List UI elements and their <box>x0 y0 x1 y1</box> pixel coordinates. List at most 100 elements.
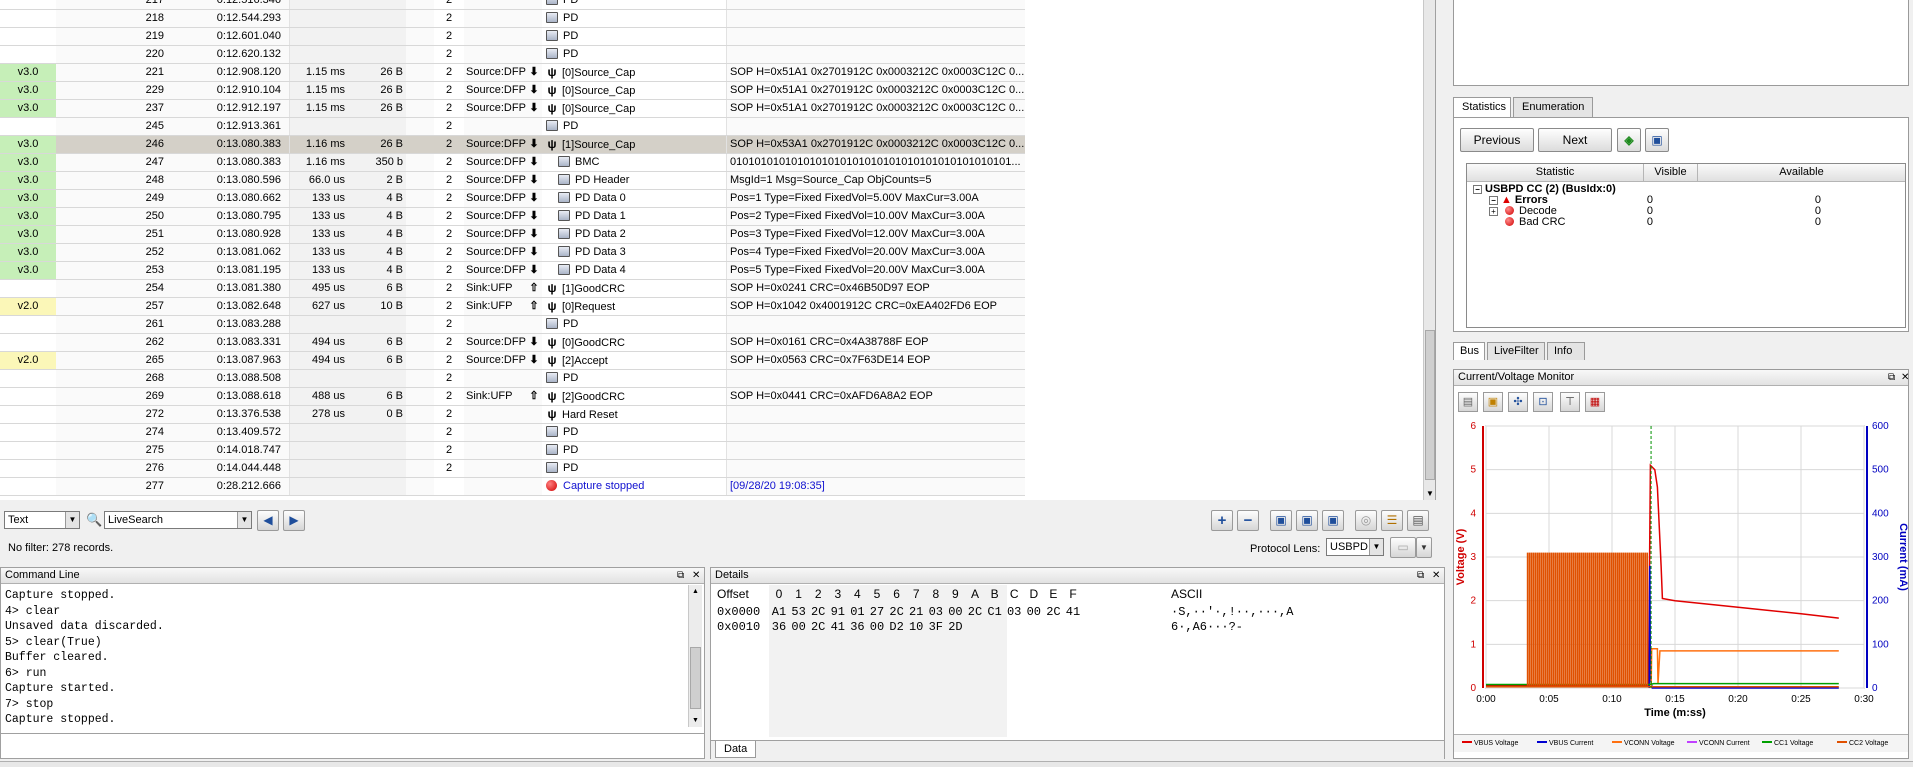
cell-device: 2 <box>445 210 453 222</box>
close-icon[interactable]: ✕ <box>1901 370 1909 385</box>
table-row[interactable]: 217 0:12.516.346 2 PD <box>0 0 1025 10</box>
previous-button[interactable]: Previous <box>1460 128 1534 152</box>
export-button[interactable]: ▤ <box>1407 510 1429 531</box>
navigate-mark-button[interactable]: ▣ <box>1296 510 1318 531</box>
command-scrollbar-thumb[interactable] <box>690 647 701 709</box>
chart-settings-icon[interactable]: ▦ <box>1585 392 1605 412</box>
table-row[interactable]: v3.0 252 0:13.081.062 133 us 4 B 2 Source:DFP ⬇… <box>0 244 1025 262</box>
collapse-icon[interactable]: − <box>1489 196 1498 205</box>
table-row[interactable]: v3.0 250 0:13.080.795 133 us 4 B 2 Source:DFP ⬇… <box>0 208 1025 226</box>
legend-entry[interactable]: VCONN Voltage <box>1612 740 1675 747</box>
protocol-lens-select[interactable]: USBPD ▼ <box>1326 538 1384 556</box>
table-row[interactable]: v3.0 253 0:13.081.195 133 us 4 B 2 Source:DFP ⬇… <box>0 262 1025 280</box>
table-row[interactable]: v3.0 246 0:13.080.383 1.16 ms 26 B 2 Source:DF… <box>0 136 1025 154</box>
stat-header-visible[interactable]: Visible <box>1644 164 1698 182</box>
float-panel-icon[interactable]: ⧉ <box>1417 568 1424 583</box>
float-panel-icon[interactable]: ⧉ <box>1888 370 1895 385</box>
close-icon[interactable]: ✕ <box>692 568 700 583</box>
tab-info[interactable]: Info <box>1547 342 1585 360</box>
table-row[interactable]: 277 0:28.212.666 Capture stopped [09/28/20 … <box>0 478 1025 496</box>
table-row[interactable]: 274 0:13.409.572 2 PD <box>0 424 1025 442</box>
table-row[interactable]: v2.0 265 0:13.087.963 494 us 6 B 2 Source:DFP ⬇… <box>0 352 1025 370</box>
command-scrollbar[interactable]: ▲ ▼ <box>688 585 702 727</box>
collapse-icon[interactable]: − <box>1473 185 1482 194</box>
tree-node[interactable]: Bad CRC 0 0 <box>1467 216 1905 229</box>
navigate-first-button[interactable]: ▣ <box>1270 510 1292 531</box>
zoom-area-icon[interactable]: ⊡ <box>1533 392 1553 412</box>
table-row[interactable]: 268 0:13.088.508 2 PD <box>0 370 1025 388</box>
expand-icon[interactable]: + <box>1489 207 1498 216</box>
table-row[interactable]: 245 0:12.913.361 2 PD <box>0 118 1025 136</box>
next-button[interactable]: Next <box>1538 128 1612 152</box>
legend-entry[interactable]: CC2 Voltage <box>1837 740 1888 747</box>
open-icon[interactable]: ▤ <box>1458 392 1478 412</box>
cv-chart[interactable]: 0:00 0:05 0:10 0:15 0:20 0:25 0:30012345601002… <box>1454 416 1908 734</box>
cursor-icon[interactable]: ⊤ <box>1560 392 1580 412</box>
stat-header-statistic[interactable]: Statistic <box>1467 164 1644 182</box>
tab-statistics[interactable]: Statistics <box>1453 97 1511 117</box>
table-row[interactable]: 275 0:14.018.747 2 PD <box>0 442 1025 460</box>
table-row[interactable]: 262 0:13.083.331 494 us 6 B 2 Source:DFP ⬇ ψ [0]… <box>0 334 1025 352</box>
search-previous-button[interactable]: ◀ <box>257 510 279 531</box>
cell-duration <box>290 316 348 333</box>
remove-button[interactable]: − <box>1237 510 1259 531</box>
table-row[interactable]: v3.0 229 0:12.910.104 1.15 ms 26 B 2 Source:DF… <box>0 82 1025 100</box>
chevron-down-icon[interactable]: ▼ <box>65 512 79 528</box>
table-row[interactable]: v3.0 249 0:13.080.662 133 us 4 B 2 Source:DFP ⬇… <box>0 190 1025 208</box>
chevron-down-icon[interactable]: ▼ <box>1369 539 1383 555</box>
table-row[interactable]: 276 0:14.044.448 2 PD <box>0 460 1025 478</box>
table-row[interactable]: 220 0:12.620.132 2 PD <box>0 46 1025 64</box>
tab-data[interactable]: Data <box>715 741 757 758</box>
trace-scrollbar-thumb[interactable] <box>1425 330 1435 480</box>
tab-livefilter[interactable]: LiveFilter <box>1487 342 1545 360</box>
table-row[interactable]: v2.0 257 0:13.082.648 627 us 10 B 2 Sink:UFP ⇧ ψ… <box>0 298 1025 316</box>
table-row[interactable]: 218 0:12.544.293 2 PD <box>0 10 1025 28</box>
legend-entry[interactable]: VBUS Voltage <box>1462 740 1518 747</box>
view-mode-select[interactable]: Text ▼ <box>4 511 80 529</box>
lens-options-button[interactable]: ▭ <box>1390 537 1416 558</box>
table-row[interactable]: v3.0 237 0:12.912.197 1.15 ms 26 B 2 Source:DF… <box>0 100 1025 118</box>
scroll-up-icon[interactable]: ▲ <box>689 585 702 598</box>
scroll-down-icon[interactable]: ▼ <box>1424 487 1435 500</box>
table-row[interactable]: v3.0 251 0:13.080.928 133 us 4 B 2 Source:DFP ⬇… <box>0 226 1025 244</box>
record-label: PD Data 1 <box>575 210 626 222</box>
scroll-down-icon[interactable]: ▼ <box>689 714 702 727</box>
search-mode-select[interactable]: LiveSearch ▼ <box>104 511 252 529</box>
cell-record: PD <box>542 10 726 27</box>
table-row[interactable]: v3.0 248 0:13.080.596 66.0 us 2 B 2 Source:DFP… <box>0 172 1025 190</box>
close-icon[interactable]: ✕ <box>1432 568 1440 583</box>
refresh-button[interactable]: ◈ <box>1617 128 1641 152</box>
lens-dropdown-button[interactable]: ▼ <box>1416 537 1432 558</box>
stat-header-available[interactable]: Available <box>1698 164 1905 182</box>
y2-tick-label: 500 <box>1872 465 1889 476</box>
table-row[interactable]: 261 0:13.083.288 2 PD <box>0 316 1025 334</box>
zoom-fit-icon[interactable]: ✣ <box>1508 392 1528 412</box>
table-row[interactable]: 254 0:13.081.380 495 us 6 B 2 Sink:UFP ⇧ ψ [1]Go… <box>0 280 1025 298</box>
columns-button[interactable]: ☰ <box>1381 510 1403 531</box>
legend-entry[interactable]: VCONN Current <box>1687 740 1750 747</box>
add-button[interactable]: + <box>1211 510 1233 531</box>
legend-entry[interactable]: VBUS Current <box>1537 740 1593 747</box>
float-panel-icon[interactable]: ⧉ <box>677 568 684 583</box>
table-row[interactable]: v3.0 247 0:13.080.383 1.16 ms 350 b 2 Source:D… <box>0 154 1025 172</box>
table-row[interactable]: 272 0:13.376.538 278 us 0 B 2 ψ Hard Reset <box>0 406 1025 424</box>
cell-direction: Source:DFP <box>464 334 526 351</box>
disabled-tool-button[interactable]: ◎ <box>1355 510 1377 531</box>
hex-byte[interactable]: 2D <box>943 620 967 634</box>
hex-byte[interactable]: 41 <box>1061 605 1085 619</box>
trace-scrollbar[interactable]: ▼ <box>1423 0 1435 500</box>
chevron-down-icon[interactable]: ▼ <box>237 512 251 528</box>
search-next-button[interactable]: ▶ <box>283 510 305 531</box>
tab-bus[interactable]: Bus <box>1453 342 1485 360</box>
cell-index: 218 <box>56 10 168 27</box>
command-input[interactable] <box>1 733 704 758</box>
legend-entry[interactable]: CC1 Voltage <box>1762 740 1813 747</box>
save-button[interactable]: ▣ <box>1645 128 1669 152</box>
table-row[interactable]: 269 0:13.088.618 488 us 6 B 2 Sink:UFP ⇧ ψ [2]Go… <box>0 388 1025 406</box>
tab-enumeration[interactable]: Enumeration <box>1513 97 1593 117</box>
table-row[interactable]: 219 0:12.601.040 2 PD <box>0 28 1025 46</box>
save-icon[interactable]: ▣ <box>1483 392 1503 412</box>
navigate-last-button[interactable]: ▣ <box>1322 510 1344 531</box>
table-row[interactable]: v3.0 221 0:12.908.120 1.15 ms 26 B 2 Source:DF… <box>0 64 1025 82</box>
trace-table[interactable]: 217 0:12.516.346 2 PD 218 0:12.544.293 2 PD 219 0… <box>0 0 1436 500</box>
